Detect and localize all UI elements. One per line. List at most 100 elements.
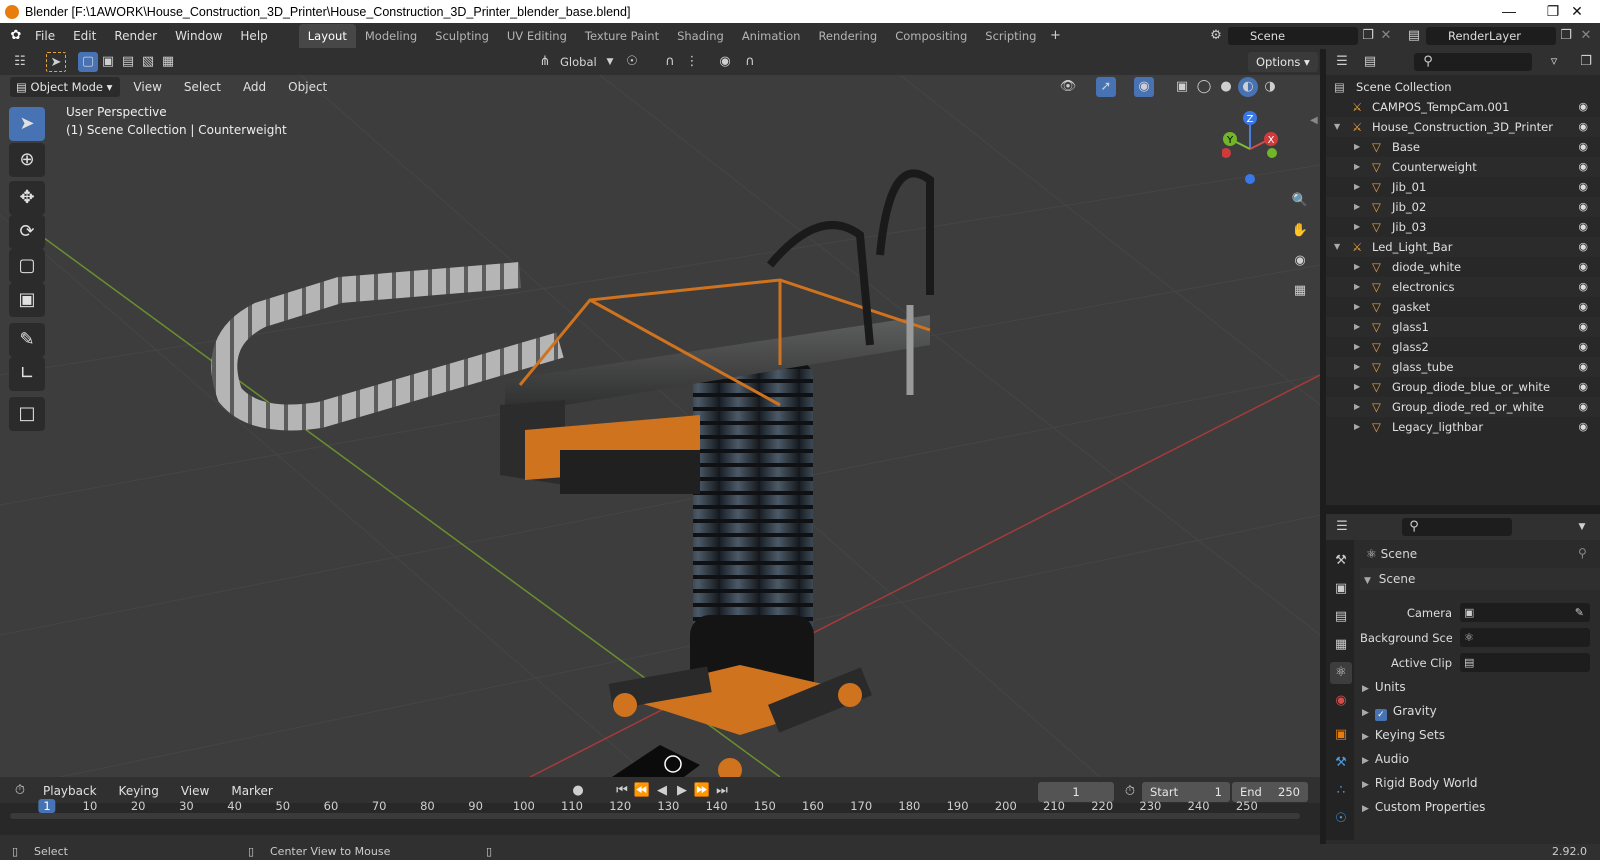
options-button[interactable]: Options ▾ [1248, 52, 1318, 72]
outliner-row[interactable]: ▶ ▽ glass2 ◉ [1326, 337, 1600, 357]
3d-viewport[interactable]: ▤ Object Mode ▾ View Select Add Object 👁… [0, 75, 1320, 777]
add-cube-tool[interactable]: □ [9, 397, 45, 431]
visibility-eye-icon[interactable]: ◉ [1578, 217, 1588, 237]
outliner-row[interactable]: ▼ ⚔ House_Construction_3D_Printer ◉ [1326, 117, 1600, 137]
new-renderlayer-icon[interactable]: ❐ [1556, 26, 1576, 46]
outliner-row[interactable]: ▶ ▽ Legacy_ligthbar ◉ [1326, 417, 1600, 437]
expand-toggle-icon[interactable]: ▶ [1354, 337, 1360, 357]
proportional-edit-icon[interactable]: ◉ [715, 52, 735, 72]
tool-tab-icon[interactable]: ⚒ [1330, 550, 1352, 572]
viewport-menu-object[interactable]: Object [279, 77, 336, 97]
expand-toggle-icon[interactable]: ▶ [1354, 197, 1360, 217]
outliner-row[interactable]: ▶ ▽ glass1 ◉ [1326, 317, 1600, 337]
pivot-point-icon[interactable]: ☉ [622, 52, 642, 72]
tab-compositing[interactable]: Compositing [886, 24, 976, 48]
object-tab-icon[interactable]: ▣ [1330, 724, 1352, 746]
menu-edit[interactable]: Edit [64, 23, 105, 49]
visibility-eye-icon[interactable]: ◉ [1578, 97, 1588, 117]
visibility-eye-icon[interactable]: ◉ [1578, 317, 1588, 337]
overlays-icon[interactable]: ◉ [1134, 77, 1154, 97]
outliner-row[interactable]: ⚔ CAMPOS_TempCam.001 ◉ [1326, 97, 1600, 117]
properties-panel-header[interactable]: ▶ ✓ Gravity [1362, 700, 1437, 722]
falloff-icon[interactable]: ∩ [740, 52, 760, 72]
expand-toggle-icon[interactable]: ▶ [1354, 217, 1360, 237]
wireframe-shading-icon[interactable]: ◯ [1194, 77, 1214, 97]
tab-texture-paint[interactable]: Texture Paint [576, 24, 668, 48]
menu-help[interactable]: Help [231, 23, 276, 49]
solid-shading-icon[interactable]: ● [1216, 77, 1236, 97]
expand-toggle-icon[interactable]: ▶ [1354, 317, 1360, 337]
rendered-shading-icon[interactable]: ◑ [1260, 77, 1280, 97]
tab-uv-editing[interactable]: UV Editing [498, 24, 576, 48]
outliner-row[interactable]: ▶ ▽ gasket ◉ [1326, 297, 1600, 317]
world-tab-icon[interactable]: ◉ [1330, 690, 1352, 712]
tab-animation[interactable]: Animation [733, 24, 810, 48]
modifiers-tab-icon[interactable]: ⚒ [1330, 752, 1352, 774]
orientation-dropdown[interactable]: Global [560, 55, 597, 69]
properties-panel-header[interactable]: ▶ Custom Properties [1362, 796, 1485, 818]
scene-section-header[interactable]: ▼ Scene [1360, 568, 1600, 590]
outliner-row[interactable]: ▶ ▽ Jib_02 ◉ [1326, 197, 1600, 217]
properties-panel-header[interactable]: ▶ Rigid Body World [1362, 772, 1477, 794]
minimize-icon[interactable]: — [1486, 0, 1532, 23]
outliner-row[interactable]: ▼ ⚔ Led_Light_Bar ◉ [1326, 237, 1600, 257]
expand-toggle-icon[interactable]: ▶ [1354, 297, 1360, 317]
expand-toggle-icon[interactable]: ▶ [1354, 417, 1360, 437]
navigation-gizmo[interactable]: Z X Y [1221, 109, 1278, 185]
expand-toggle-icon[interactable]: ▼ [1334, 117, 1340, 137]
properties-options-icon[interactable]: ▼ [1572, 517, 1592, 537]
zoom-icon[interactable]: 🔍 [1290, 191, 1310, 211]
filter-icon[interactable]: ▿ [1544, 52, 1564, 72]
visibility-icon[interactable]: 👁 [1058, 77, 1078, 97]
select-intersect-icon[interactable]: ▦ [158, 52, 178, 72]
xray-icon[interactable]: ▣ [1172, 77, 1192, 97]
select-tool-icon[interactable]: ➤ [46, 52, 66, 72]
mode-selector[interactable]: ▤ Object Mode ▾ [10, 77, 121, 97]
visibility-eye-icon[interactable]: ◉ [1578, 337, 1588, 357]
timeline-menu-marker[interactable]: Marker [222, 781, 281, 801]
editor-type-icon[interactable]: ☷ [10, 52, 30, 72]
new-scene-icon[interactable]: ❐ [1358, 26, 1378, 46]
play-reverse-icon[interactable]: ◀ [652, 781, 672, 801]
timeline-scrollbar[interactable] [10, 813, 1300, 819]
viewport-menu-view[interactable]: View [124, 77, 170, 97]
expand-toggle-icon[interactable]: ▶ [1354, 257, 1360, 277]
rotate-tool[interactable]: ⟳ [9, 215, 45, 249]
expand-toggle-icon[interactable]: ▶ [1354, 377, 1360, 397]
close-icon[interactable]: ✕ [1554, 0, 1600, 23]
menu-window[interactable]: Window [166, 23, 231, 49]
expand-toggle-icon[interactable]: ▶ [1354, 157, 1360, 177]
tab-modeling[interactable]: Modeling [356, 24, 426, 48]
play-icon[interactable]: ▶ [672, 781, 692, 801]
outliner-row[interactable]: ▶ ▽ Group_diode_blue_or_white ◉ [1326, 377, 1600, 397]
add-workspace-icon[interactable]: + [1045, 26, 1065, 46]
camera-view-icon[interactable]: ◉ [1290, 251, 1310, 271]
visibility-eye-icon[interactable]: ◉ [1578, 257, 1588, 277]
visibility-eye-icon[interactable]: ◉ [1578, 397, 1588, 417]
gravity-checkbox[interactable]: ✓ [1374, 709, 1387, 721]
pin-icon[interactable]: ⚲ [1578, 546, 1587, 560]
menu-render[interactable]: Render [105, 23, 166, 49]
next-keyframe-icon[interactable]: ⏩ [692, 781, 712, 801]
outliner-row[interactable]: ▶ ▽ Jib_03 ◉ [1326, 217, 1600, 237]
timeline-menu-view[interactable]: View [172, 781, 218, 801]
renderlayer-selector[interactable]: RenderLayer [1426, 27, 1556, 45]
blender-menu-icon[interactable]: ✿ [6, 26, 26, 46]
select-extend-icon[interactable]: ▣ [98, 52, 118, 72]
scene-tab-icon[interactable]: ⚛ [1330, 662, 1352, 684]
timeline-menu-playback[interactable]: Playback [34, 781, 106, 801]
view-layer-tab-icon[interactable]: ▦ [1330, 634, 1352, 656]
visibility-eye-icon[interactable]: ◉ [1578, 177, 1588, 197]
visibility-eye-icon[interactable]: ◉ [1578, 357, 1588, 377]
visibility-eye-icon[interactable]: ◉ [1578, 417, 1588, 437]
outliner-row[interactable]: ▶ ▽ glass_tube ◉ [1326, 357, 1600, 377]
visibility-eye-icon[interactable]: ◉ [1578, 277, 1588, 297]
visibility-eye-icon[interactable]: ◉ [1578, 377, 1588, 397]
new-collection-icon[interactable]: ❐ [1576, 52, 1596, 72]
select-new-icon[interactable]: ▢ [78, 52, 98, 72]
expand-toggle-icon[interactable]: ▶ [1354, 137, 1360, 157]
pan-hand-icon[interactable]: ✋ [1290, 221, 1310, 241]
viewport-menu-select[interactable]: Select [175, 77, 230, 97]
snap-icon[interactable]: ∩ [660, 52, 680, 72]
preview-range-icon[interactable]: ⏱ [1120, 782, 1140, 802]
